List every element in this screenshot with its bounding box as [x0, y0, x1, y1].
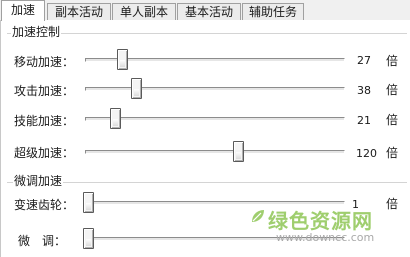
attack-speed-slider[interactable] — [131, 78, 142, 99]
skill-speed-label: 技能加速： — [14, 114, 75, 128]
attack-speed-unit: 倍 — [386, 83, 399, 97]
tab-assist-quests[interactable]: 辅助任务 — [242, 3, 304, 21]
fine-tune-slider[interactable] — [83, 228, 94, 249]
super-speed-slider[interactable] — [233, 141, 244, 162]
gear-speed-unit: 倍 — [386, 197, 399, 211]
watermark-site-name: 绿色资源网 — [268, 209, 373, 233]
move-speed-label: 移动加速： — [14, 55, 75, 69]
tab-dungeon-events[interactable]: 副本活动 — [47, 3, 111, 21]
super-speed-label: 超级加速： — [14, 146, 75, 160]
gear-speed-label: 变速齿轮： — [14, 198, 75, 212]
attack-speed-track — [85, 87, 345, 91]
skill-speed-unit: 倍 — [386, 113, 399, 127]
skill-speed-slider[interactable] — [110, 108, 121, 129]
move-speed-unit: 倍 — [386, 54, 399, 68]
super-speed-unit: 倍 — [386, 146, 399, 160]
fine-group-title: 微调加速 — [13, 172, 64, 189]
skill-speed-value: 21 — [357, 114, 371, 127]
fine-tune-label: 微 调： — [18, 234, 67, 248]
tab-basic-events[interactable]: 基本活动 — [177, 3, 241, 21]
skill-speed-track — [85, 117, 345, 121]
super-speed-track — [85, 150, 345, 154]
tab-bar: 加速 副本活动 单人副本 基本活动 辅助任务 — [0, 0, 410, 21]
super-speed-value: 120 — [356, 147, 377, 160]
attack-speed-value: 38 — [357, 84, 371, 97]
speed-group-title: 加速控制 — [11, 23, 62, 40]
tab-solo-dungeon[interactable]: 单人副本 — [112, 3, 176, 21]
watermark-url: www.downcc.com — [276, 231, 375, 244]
tab-speed[interactable]: 加速 — [1, 0, 45, 21]
move-speed-slider[interactable] — [117, 49, 128, 70]
move-speed-value: 27 — [357, 54, 371, 67]
gear-speed-slider[interactable] — [83, 192, 94, 213]
speed-group-border — [7, 33, 407, 34]
attack-speed-label: 攻击加速： — [14, 84, 75, 98]
fine-group-border — [7, 182, 407, 183]
leaf-icon — [252, 210, 264, 222]
